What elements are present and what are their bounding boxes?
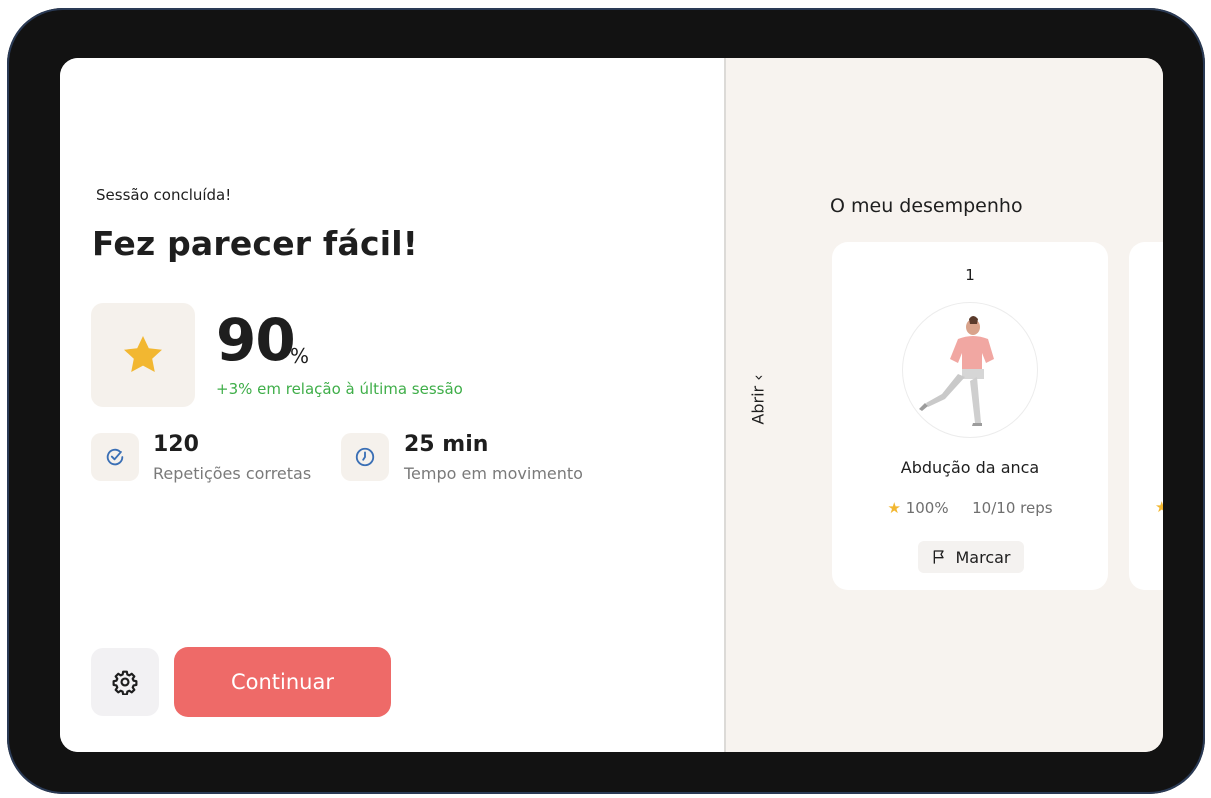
exercise-stats: ★ 100% 10/10 reps	[832, 499, 1108, 517]
time-value: 25 min	[404, 432, 489, 457]
exercise-figure-illustration	[919, 316, 994, 426]
exercise-reps: 10/10 reps	[972, 499, 1053, 517]
mark-button-label: Marcar	[955, 547, 1011, 567]
time-stat-tile	[341, 433, 389, 481]
page-title: Fez parecer fácil!	[92, 224, 418, 263]
score-unit: %	[290, 344, 310, 368]
exercise-card[interactable]: 1 Abdução da anca ★ 100% 10/10 reps Marc…	[832, 242, 1108, 590]
session-status-text: Sessão concluída!	[96, 186, 232, 204]
performance-title: O meu desempenho	[830, 195, 1023, 217]
check-circle-icon	[106, 448, 124, 466]
exercise-avatar	[902, 302, 1038, 438]
exercise-card-peek[interactable]: ★	[1129, 242, 1163, 590]
star-icon: ★	[1155, 498, 1163, 516]
time-label: Tempo em movimento	[404, 464, 583, 483]
score-value: 90	[216, 306, 296, 374]
exercise-score: 100%	[905, 499, 949, 517]
reps-label: Repetições corretas	[153, 464, 312, 483]
flag-icon	[934, 550, 945, 564]
score-delta-text: +3% em relação à última sessão	[216, 380, 463, 398]
continue-button[interactable]: Continuar	[174, 647, 391, 717]
mark-button[interactable]: Marcar	[918, 541, 1024, 573]
exercise-card-index: 1	[965, 266, 975, 284]
gear-icon	[112, 670, 138, 695]
reps-value: 120	[153, 432, 199, 457]
star-icon: ★	[887, 499, 901, 517]
star-icon	[124, 336, 162, 372]
exercise-name: Abdução da anca	[900, 458, 1040, 477]
drawer-toggle-label: Abrir ‹	[748, 374, 768, 425]
drawer-toggle[interactable]: Abrir ‹	[738, 368, 778, 448]
reps-stat-tile	[91, 433, 139, 481]
settings-button[interactable]	[91, 648, 159, 716]
clock-icon	[355, 447, 375, 467]
score-star-tile	[91, 303, 195, 407]
